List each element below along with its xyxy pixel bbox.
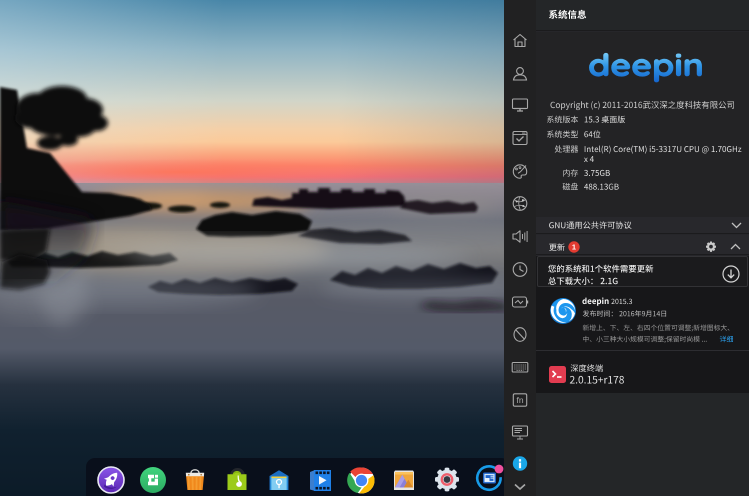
svg-text:fn: fn bbox=[516, 395, 523, 405]
